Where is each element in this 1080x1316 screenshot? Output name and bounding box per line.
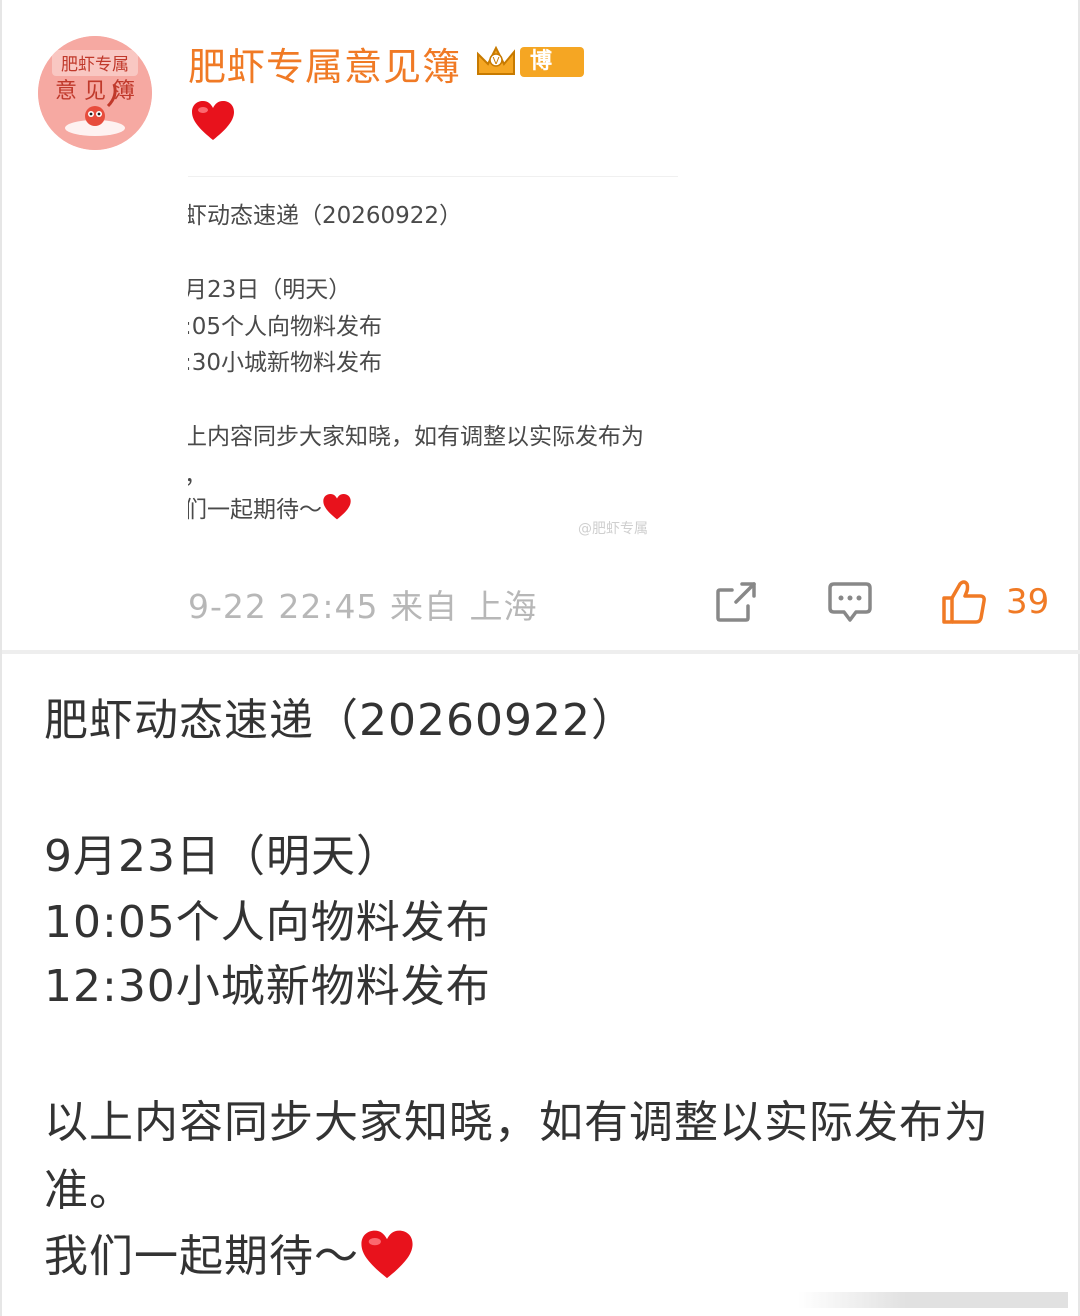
text-date-line: 9月23日（明天） [44,831,401,882]
text-notice-2: 准。 [44,1165,134,1216]
embedded-line: ， [188,456,207,490]
like-button[interactable]: 39 [940,578,1060,626]
thumbs-up-icon [942,580,986,624]
text-title: 肥虾动态速递（20260922） [44,695,636,746]
text-closing: 我们一起期待～ [44,1231,359,1282]
avatar-illustration: 肥虾专属 意 见 簿 [38,36,152,150]
blogger-badge: V 博主 [474,42,584,104]
weibo-post-card: 肥虾专属 意 见 簿 肥虾专属意见簿 V 博主 虾动态速递（20260922） … [2,0,1080,650]
text-notice-1: 以上内容同步大家知晓，如有调整以实际发布为 [44,1097,989,1148]
avatar[interactable]: 肥虾专属 意 见 簿 [38,36,152,150]
svg-text:肥虾专属: 肥虾专属 [61,55,129,75]
svg-text:意 见 簿: 意 见 簿 [55,79,135,104]
watermark-strip [798,1292,1068,1308]
embedded-line: :30小城新物料发布 [188,350,383,376]
like-count: 39 [1006,582,1050,622]
text-item-1: 10:05个人向物料发布 [44,897,491,948]
post-meta: 9-22 22:45 来自 上海 [188,587,538,626]
text-closing-line: 我们一起期待～ [44,1220,415,1284]
embedded-closing-text: 们一起期待～ [188,497,322,523]
heart-icon [192,101,234,140]
embedded-closing-line: 们一起期待～ [188,490,352,524]
heart-icon [361,1230,413,1279]
embedded-line: 虾动态速递（20260922） [188,203,463,229]
badge-label: 博主 [520,47,584,104]
embedded-line: :05个人向物料发布 [188,314,383,340]
comment-icon [828,582,872,622]
author-name[interactable]: 肥虾专属意见簿 [188,36,461,91]
share-button[interactable] [712,578,760,626]
svg-text:V: V [493,56,500,67]
page-frame: 肥虾专属 意 见 簿 肥虾专属意见簿 V 博主 虾动态速递（20260922） … [0,0,1080,1316]
share-icon [716,582,756,622]
embedded-watermark: @肥虾专属 [578,521,648,537]
embedded-line: 月23日（明天） [188,277,352,303]
text-item-2: 12:30小城新物料发布 [44,961,491,1012]
embedded-line: 上内容同步大家知晓，如有调整以实际发布为 [188,424,644,450]
comment-button[interactable] [826,578,874,626]
embedded-top-rule [188,176,678,177]
embedded-image[interactable]: 虾动态速递（20260922） 月23日（明天） :05个人向物料发布 :30小… [188,176,678,546]
section-divider [2,650,1080,654]
heart-icon [323,493,351,520]
